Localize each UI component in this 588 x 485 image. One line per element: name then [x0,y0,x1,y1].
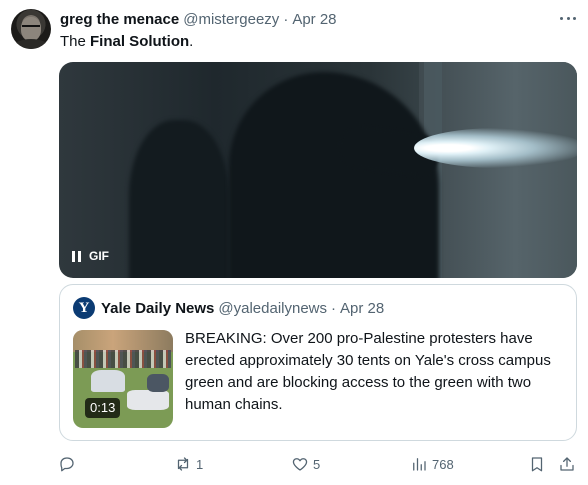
tweet-actions: 1 5 768 [58,453,578,475]
heart-icon [292,458,308,471]
more-dot [573,16,576,20]
yale-daily-news-logo-icon[interactable]: Y [73,297,95,319]
share-button[interactable] [558,453,576,475]
more-dot [560,16,563,20]
gif-media[interactable] [59,62,577,278]
like-count: 5 [313,456,321,472]
tweet-text: The Final Solution. [60,32,193,52]
quoted-tweet[interactable]: Y Yale Daily News @yaledailynews · Apr 2… [59,284,577,441]
share-icon [560,457,574,471]
avatar-glasses [22,25,40,29]
retweet-button[interactable]: 1 [174,453,203,475]
reply-icon [60,457,74,472]
thumb-trees [73,330,173,352]
tweet-text-plain: The [60,33,91,50]
tweet-header: greg the menace @mistergeezy · Apr 28 [60,9,337,29]
media-figure-front [229,72,439,278]
retweet-count: 1 [196,456,204,472]
media-wall [419,62,577,278]
quote-header: Yale Daily News @yaledailynews · Apr 28 [101,298,384,318]
gif-label: GIF [89,249,109,263]
retweet-icon [177,457,189,471]
thumb-tent [91,370,125,392]
more-options-icon[interactable] [558,12,578,24]
author-name[interactable]: greg the menace [60,11,179,28]
avatar-face [21,17,41,41]
thumb-tent [147,374,169,392]
tweet-text-bold: Final Solution [90,33,190,50]
tweet-date[interactable]: Apr 28 [292,11,336,28]
views-button[interactable]: 768 [410,453,454,475]
header-separator: · [283,10,289,28]
more-dot [566,16,570,20]
quote-text: BREAKING: Over 200 pro-Palestine protest… [185,330,551,413]
reply-button[interactable] [58,453,76,475]
quote-header-separator: · [331,299,337,317]
thumb-tent [127,390,169,410]
quote-date[interactable]: Apr 28 [340,300,384,317]
pause-icon[interactable] [72,250,81,262]
media-figure-back [129,120,229,278]
author-avatar[interactable] [11,9,51,49]
quote-video-thumbnail[interactable]: 0:13 [73,330,173,428]
gif-badge[interactable]: GIF [70,248,111,264]
media-flashlight [414,128,577,168]
views-count: 768 [432,456,454,472]
author-handle[interactable]: @mistergeezy [183,11,279,28]
thumb-crowd [75,350,171,368]
tweet[interactable]: greg the menace @mistergeezy · Apr 28 Th… [0,0,588,485]
avatar-shirt [13,39,49,49]
bookmark-button[interactable] [528,453,546,475]
quote-author-handle[interactable]: @yaledailynews [218,300,327,317]
like-button[interactable]: 5 [291,453,320,475]
views-icon [413,458,426,471]
quote-author-name[interactable]: Yale Daily News [101,300,214,317]
tweet-text-end: . [189,33,194,50]
bookmark-icon [531,457,543,472]
video-duration: 0:13 [85,398,121,418]
